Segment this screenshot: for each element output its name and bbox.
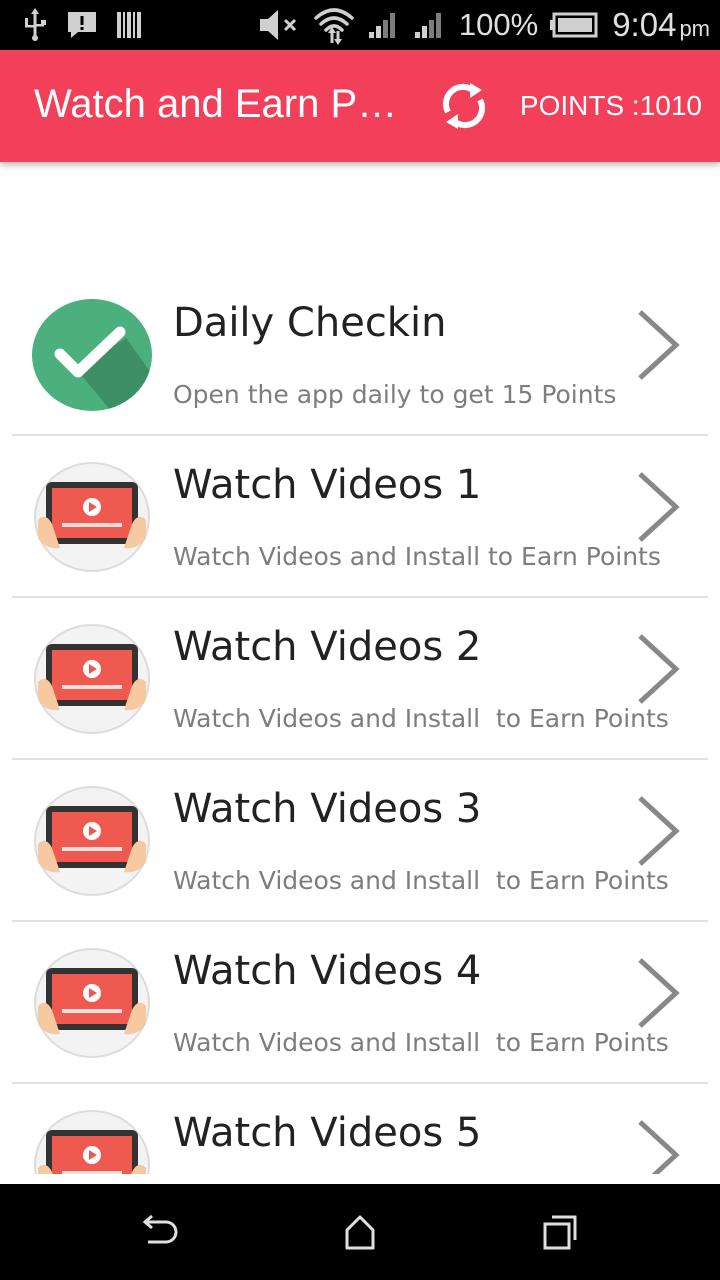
clock-time: 9:04 xyxy=(612,6,677,43)
usb-icon xyxy=(25,8,46,41)
app-bar: Watch and Earn Pa... POINTS :1010 xyxy=(0,50,720,162)
chevron-right-icon xyxy=(638,472,680,542)
chevron-right-icon xyxy=(638,796,680,866)
list-item-subtitle: Watch Videos and Install to Earn Points xyxy=(173,704,669,733)
list-item-title: Watch Videos 2 xyxy=(173,624,482,670)
chevron-right-icon xyxy=(638,958,680,1028)
list-item-subtitle: Open the app daily to get 15 Points xyxy=(173,380,617,409)
list-item-title: Watch Videos 4 xyxy=(173,948,482,994)
task-list: Daily Checkin Open the app daily to get … xyxy=(0,274,720,1174)
list-item-title: Watch Videos 1 xyxy=(173,462,482,508)
refresh-icon[interactable] xyxy=(436,78,492,134)
barcode-icon xyxy=(117,12,141,38)
video-tablet-icon xyxy=(34,786,150,896)
list-item-subtitle: Watch Videos and Install to Earn Points xyxy=(173,1028,669,1057)
chevron-right-icon xyxy=(638,634,680,704)
mute-icon xyxy=(259,10,296,40)
chevron-right-icon xyxy=(638,1120,680,1174)
points-counter: POINTS :1010 xyxy=(519,90,702,121)
battery-percentage: 100% xyxy=(458,7,539,42)
clock: 9:04 pm xyxy=(612,6,710,44)
checkmark-circle-icon xyxy=(32,299,152,411)
list-item-watch-videos-2[interactable]: Watch Videos 2 Watch Videos and Install … xyxy=(0,598,720,760)
app-title: Watch and Earn Pa... xyxy=(34,82,404,126)
list-item-watch-videos-5[interactable]: Watch Videos 5 xyxy=(0,1084,720,1174)
navigation-bar xyxy=(0,1184,720,1280)
video-tablet-icon xyxy=(34,1110,150,1174)
recents-icon[interactable] xyxy=(540,1212,580,1252)
list-item-watch-videos-4[interactable]: Watch Videos 4 Watch Videos and Install … xyxy=(0,922,720,1084)
list-item-subtitle: Watch Videos and Install to Earn Points xyxy=(173,866,669,895)
signal-icon-2 xyxy=(414,13,441,38)
list-item-title: Watch Videos 3 xyxy=(173,786,482,832)
list-item-title: Watch Videos 5 xyxy=(173,1110,482,1156)
battery-icon xyxy=(550,12,598,38)
signal-icon-1 xyxy=(368,13,395,38)
video-tablet-icon xyxy=(34,462,150,572)
clock-ampm: pm xyxy=(679,16,710,41)
wifi-icon xyxy=(314,8,354,45)
message-alert-icon xyxy=(68,12,96,38)
video-tablet-icon xyxy=(34,624,150,734)
list-item-watch-videos-1[interactable]: Watch Videos 1 Watch Videos and Install … xyxy=(0,436,720,598)
list-item-title: Daily Checkin xyxy=(173,300,447,346)
home-icon[interactable] xyxy=(340,1212,380,1252)
list-item-subtitle: Watch Videos and Install to Earn Points xyxy=(173,542,661,571)
list-item-watch-videos-3[interactable]: Watch Videos 3 Watch Videos and Install … xyxy=(0,760,720,922)
chevron-right-icon xyxy=(638,310,680,380)
list-item-daily-checkin[interactable]: Daily Checkin Open the app daily to get … xyxy=(0,274,720,436)
video-tablet-icon xyxy=(34,948,150,1058)
back-icon[interactable] xyxy=(140,1212,180,1252)
status-bar: 100% 9:04 pm xyxy=(0,0,720,50)
